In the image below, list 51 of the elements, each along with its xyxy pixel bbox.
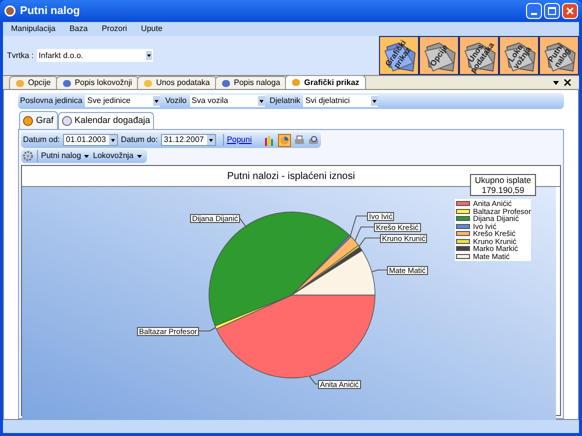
tab-icon [222,80,230,86]
menu-item[interactable]: Prozori [102,23,128,35]
tab[interactable]: Kalendar događaja [58,112,154,129]
close-icon [566,7,574,15]
menu-item[interactable]: Upute [141,23,162,35]
dropdown-menu[interactable]: Putni nalog [41,150,90,162]
maximize-button[interactable] [544,3,560,19]
tab[interactable]: Grafički prikaz [285,75,366,89]
tab[interactable]: Opcije [9,76,58,89]
date-from-field[interactable]: 01.01.2003 [62,134,118,146]
tab-icon [292,79,300,86]
close-icon[interactable] [564,79,571,86]
window-title: Putni nalog [20,4,80,19]
filter-combo[interactable]: Svi djelatnici [303,95,378,107]
tab[interactable]: Popis naloga [214,76,288,89]
filter-label: Djelatnik [270,95,300,107]
tab-icon [62,80,71,86]
dropdown-menu[interactable]: Lokovožnja [93,150,142,162]
filter-label: Poslovna jedinica [20,95,82,107]
tab[interactable]: Graf [19,111,58,129]
minimize-button[interactable] [526,3,542,19]
dropdown-arrow-icon[interactable] [553,81,559,85]
total-label: Ukupno isplate [474,175,532,185]
close-button[interactable] [562,3,578,19]
bar-chart-button[interactable] [262,134,275,146]
menu-item[interactable]: Baza [69,23,88,35]
leader-line [308,376,318,384]
printer-icon[interactable] [294,134,305,146]
tab[interactable]: Popis lokovožnji [56,76,140,89]
gear-icon[interactable] [23,151,33,161]
filter-label: Vozilo [165,95,187,107]
tab-icon [16,80,24,86]
total-value: 179.190,59 [482,185,524,195]
company-combo[interactable]: Infarkt d.o.o. [36,49,153,62]
date-from-label: Datum od: [23,134,60,146]
refresh-link[interactable]: Popuni [222,134,252,146]
leader-line [371,270,388,272]
menu-item[interactable]: Manipulacija [11,23,56,35]
company-label: Tvrtka : [7,50,34,62]
caret-icon [136,154,142,158]
app-icon [4,5,16,17]
tab-icon [144,80,152,86]
pie-chart-button[interactable] [278,134,291,146]
filter-combo[interactable]: Sva vozila [190,95,265,107]
pie-icon [23,116,33,126]
print-preview-icon[interactable] [308,134,319,146]
caret-icon [84,154,90,158]
date-to-field[interactable]: 31.12.2007 [160,134,216,146]
date-to-label: Datum do: [120,134,158,146]
filter-combo[interactable]: Sve jedinice [85,95,160,107]
tab[interactable]: Unos podataka [137,76,217,89]
